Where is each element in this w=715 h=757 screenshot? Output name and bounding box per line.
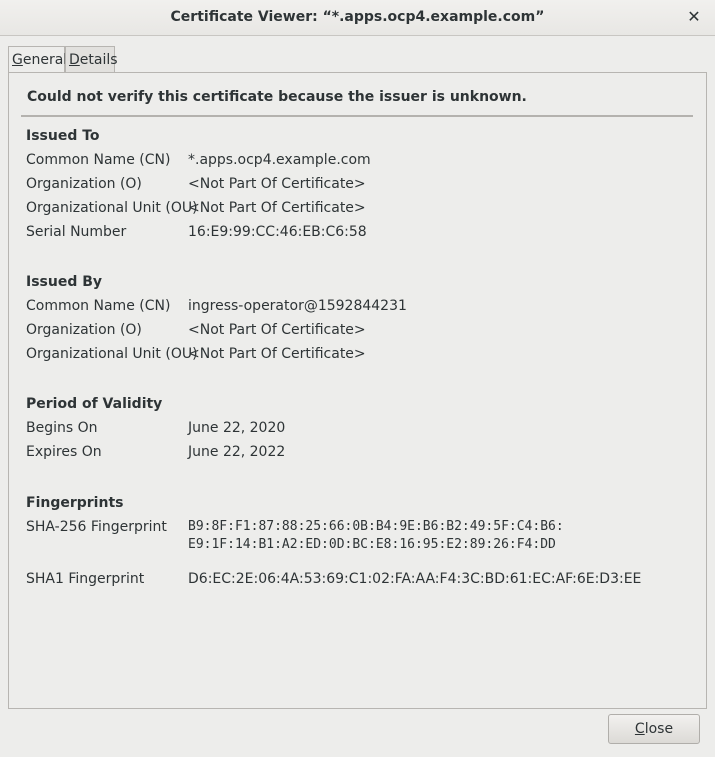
issued-to-ou-label: Organizational Unit (OU) [26,200,198,216]
close-icon[interactable]: ✕ [685,8,703,26]
sha1-value: D6:EC:2E:06:4A:53:69:C1:02:FA:AA:F4:3C:B… [188,571,642,587]
tab-general-mnemonic: G [12,52,23,68]
sha256-value-line2: E9:1F:14:B1:A2:ED:0D:BC:E8:16:95:E2:89:2… [188,537,556,552]
issued-by-cn-label: Common Name (CN) [26,298,171,314]
serial-number-value: 16:E9:99:CC:46:EB:C6:58 [188,224,367,240]
tab-details[interactable]: Details [65,46,118,72]
issued-to-o-label: Organization (O) [26,176,142,192]
issued-by-o-value: <Not Part Of Certificate> [188,322,366,338]
issued-to-o-value: <Not Part Of Certificate> [188,176,366,192]
tab-general[interactable]: General [8,46,68,73]
issued-to-heading: Issued To [26,128,100,144]
issued-by-heading: Issued By [26,274,103,290]
issued-to-ou-value: <Not Part Of Certificate> [188,200,366,216]
issued-by-ou-label: Organizational Unit (OU) [26,346,198,362]
general-panel: Could not verify this certificate becaus… [8,72,707,709]
issued-by-o-label: Organization (O) [26,322,142,338]
validity-heading: Period of Validity [26,396,163,412]
title-bar: Certificate Viewer: “*.apps.ocp4.example… [0,0,715,36]
begins-on-label: Begins On [26,420,98,436]
sha256-value-line1: B9:8F:F1:87:88:25:66:0B:B4:9E:B6:B2:49:5… [188,519,564,534]
separator [21,115,693,117]
expires-on-label: Expires On [26,444,102,460]
tab-details-mnemonic: D [69,52,80,68]
tab-details-label: etails [79,52,118,68]
sha1-label: SHA1 Fingerprint [26,571,145,587]
close-button-mnemonic: C [634,721,645,737]
sha256-label: SHA-256 Fingerprint [26,519,167,535]
issued-to-cn-label: Common Name (CN) [26,152,171,168]
issued-by-cn-value: ingress-operator@1592844231 [188,298,407,314]
close-button[interactable]: Close [608,714,700,744]
expires-on-value: June 22, 2022 [188,444,286,460]
issued-by-ou-value: <Not Part Of Certificate> [188,346,366,362]
tab-general-label: eneral [22,52,68,68]
close-button-label: lose [644,721,674,737]
window-title: Certificate Viewer: “*.apps.ocp4.example… [170,9,545,25]
fingerprints-heading: Fingerprints [26,495,124,511]
begins-on-value: June 22, 2020 [188,420,286,436]
verification-warning: Could not verify this certificate becaus… [27,89,527,105]
issued-to-cn-value: *.apps.ocp4.example.com [188,152,371,168]
serial-number-label: Serial Number [26,224,127,240]
